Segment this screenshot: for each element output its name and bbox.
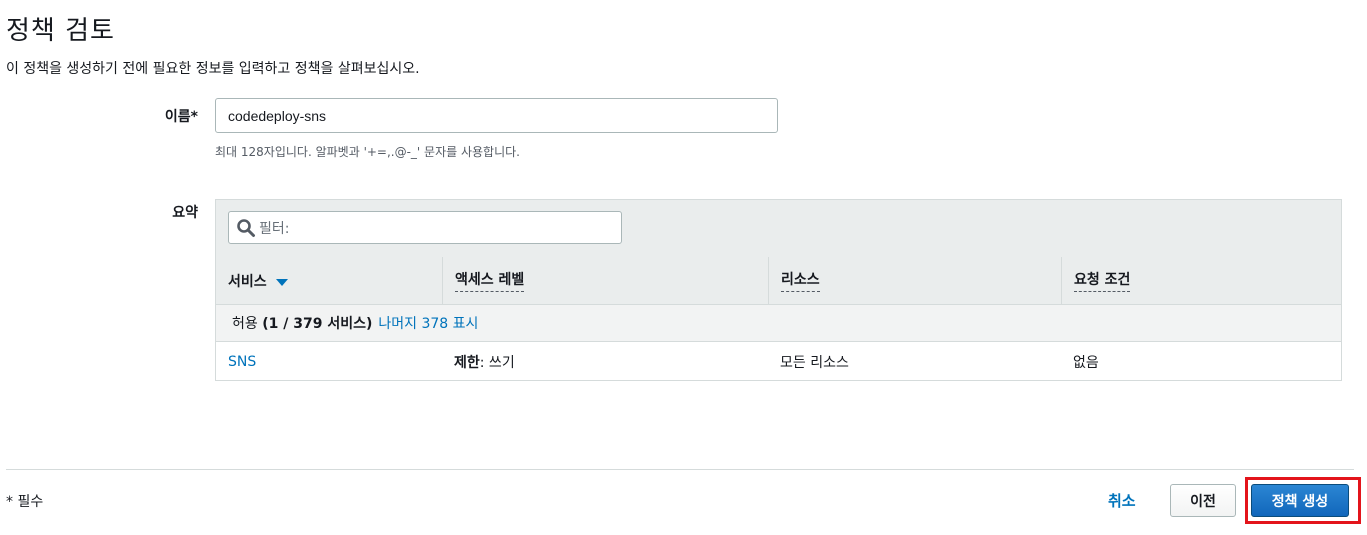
group-count: (1 / 379 서비스) [262, 316, 373, 332]
create-policy-button[interactable]: 정책 생성 [1251, 484, 1349, 517]
access-level-value: 제한 [454, 354, 480, 371]
footer-divider [6, 469, 1354, 470]
filter-bar: 필터: [216, 200, 1341, 258]
access-level-cell: 제한: 쓰기 [454, 343, 515, 380]
service-cell: SNS [228, 343, 256, 380]
resource-cell: 모든 리소스 [780, 354, 849, 371]
review-policy-page: 정책 검토 이 정책을 생성하기 전에 필요한 정보를 입력하고 정책을 살펴보… [0, 0, 1367, 535]
show-remaining-link[interactable]: 나머지 378 표시 [378, 313, 478, 333]
column-access-level: 액세스 레벨 [442, 257, 768, 304]
column-resource-label: 리소스 [781, 269, 820, 292]
policy-name-input[interactable]: codedeploy-sns [215, 98, 778, 133]
column-resource: 리소스 [768, 257, 1061, 304]
service-link[interactable]: SNS [228, 354, 256, 370]
request-condition-cell: 없음 [1073, 354, 1099, 371]
previous-button[interactable]: 이전 [1170, 484, 1236, 517]
required-note: * 필수 [6, 494, 44, 510]
summary-table: 필터: 서비스 액세스 레벨 리소스 요청 조건 허용 (1 / 379 서비스… [215, 199, 1342, 381]
policy-name-value: codedeploy-sns [228, 107, 327, 124]
column-service[interactable]: 서비스 [216, 257, 442, 304]
column-access-level-label: 액세스 레벨 [455, 269, 525, 292]
filter-placeholder: 필터: [259, 220, 290, 237]
name-hint: 최대 128자입니다. 알파벳과 '+=,.@-_' 문자를 사용합니다. [215, 145, 520, 159]
filter-input[interactable]: 필터: [228, 211, 622, 244]
column-request-condition: 요청 조건 [1061, 257, 1342, 304]
name-label: 이름* [164, 109, 198, 125]
column-header-row: 서비스 액세스 레벨 리소스 요청 조건 [216, 257, 1341, 305]
page-title: 정책 검토 [6, 16, 115, 46]
search-icon [235, 217, 257, 239]
access-level-detail: : 쓰기 [479, 354, 515, 371]
sort-desc-icon [275, 278, 288, 286]
page-description: 이 정책을 생성하기 전에 필요한 정보를 입력하고 정책을 살펴보십시오. [6, 61, 420, 77]
allow-group-row: 허용 (1 / 379 서비스) 나머지 378 표시 [216, 305, 1341, 342]
column-request-condition-label: 요청 조건 [1074, 269, 1131, 292]
table-row: SNS 제한: 쓰기 모든 리소스 없음 [216, 343, 1341, 380]
group-prefix: 허용 [232, 316, 258, 332]
column-service-label: 서비스 [228, 273, 267, 290]
cancel-link[interactable]: 취소 [1108, 490, 1136, 511]
summary-label: 요약 [172, 205, 198, 221]
